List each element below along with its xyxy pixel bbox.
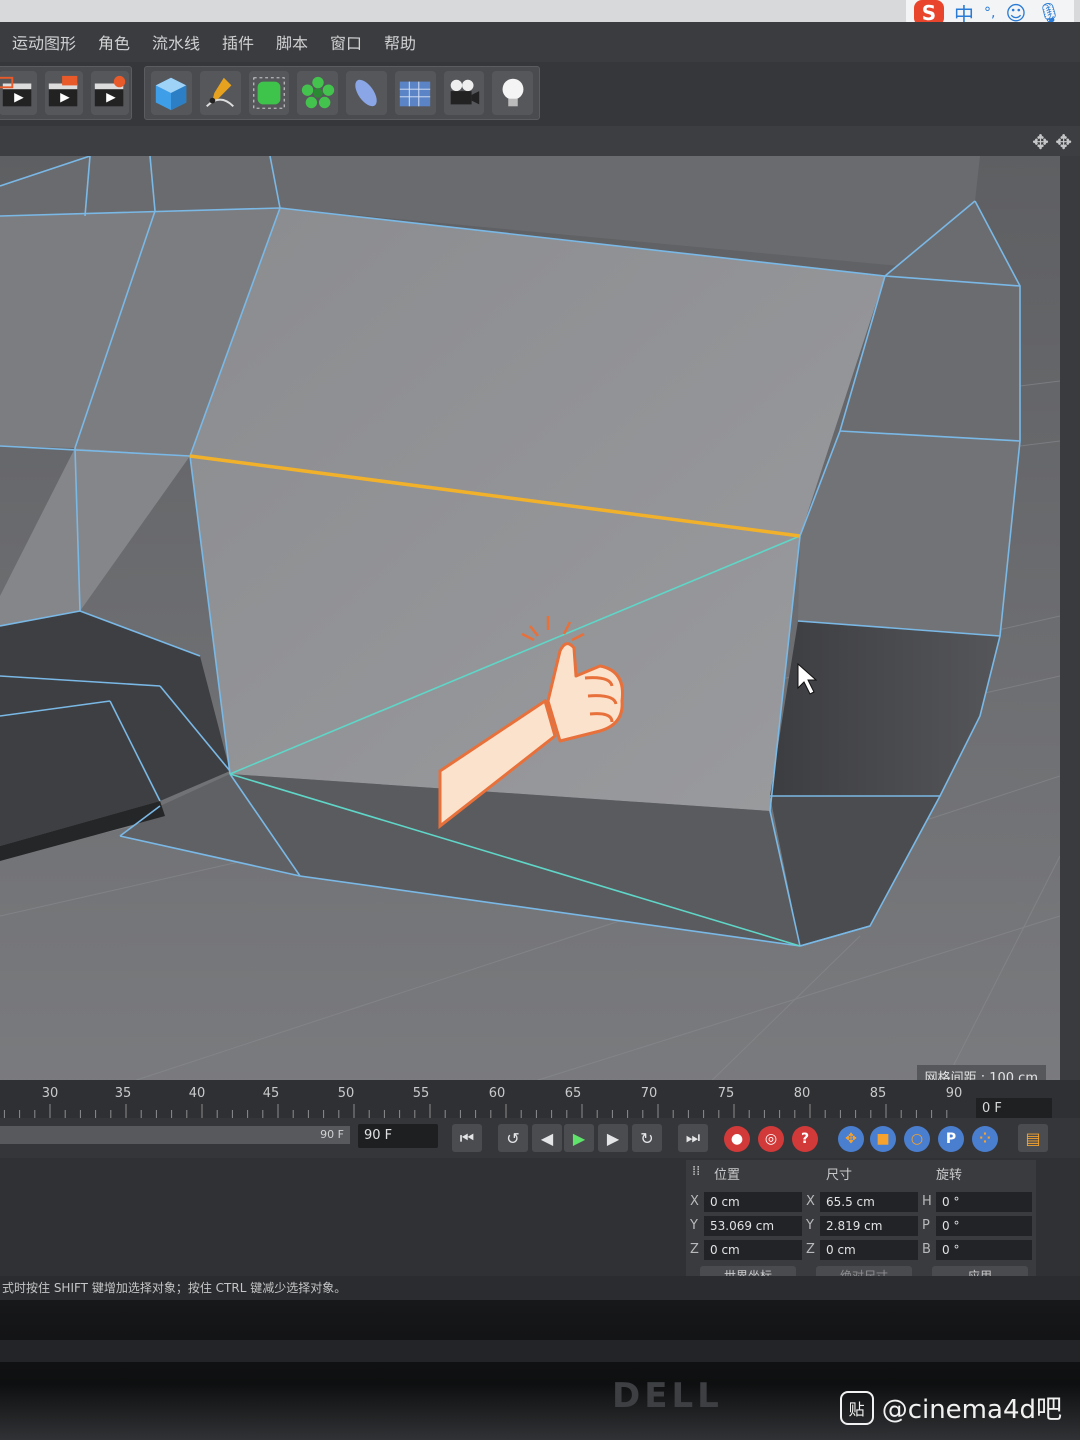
axis-label: P — [922, 1218, 930, 1233]
axis-label: H — [922, 1194, 932, 1209]
size-y-field[interactable]: 2.819 cm — [820, 1216, 918, 1236]
auto-key-icon[interactable]: ◎ — [758, 1126, 784, 1152]
next-frame-icon[interactable]: ▶ — [598, 1124, 628, 1152]
position-header: 位置 — [714, 1168, 741, 1183]
ime-punctuation[interactable]: °, — [984, 5, 995, 21]
render-tool-group — [0, 66, 132, 120]
keyframe-selection-icon[interactable]: ? — [792, 1126, 818, 1152]
rotation-header: 旋转 — [936, 1168, 963, 1183]
watermark-text: @cinema4d吧 — [881, 1395, 1062, 1425]
axis-label: B — [922, 1242, 931, 1257]
tick-label: 55 — [412, 1086, 430, 1101]
previous-frame-icon[interactable]: ◀ — [532, 1124, 562, 1152]
3d-viewport[interactable]: 网格间距 : 100 cm — [0, 156, 1060, 1092]
rotation-b-field[interactable]: 0 ° — [936, 1240, 1032, 1260]
render-view-icon[interactable] — [45, 71, 83, 115]
subdivision-icon[interactable] — [248, 71, 290, 115]
render-region-icon[interactable] — [0, 71, 37, 115]
menu-mograph[interactable]: 运动图形 — [12, 29, 76, 54]
cube-icon[interactable] — [151, 71, 192, 115]
mesh-scene[interactable] — [0, 156, 1060, 1092]
bezel-edge — [0, 1340, 1080, 1362]
current-frame-field[interactable]: 0 F — [976, 1098, 1052, 1120]
status-bar: 式时按住 SHIFT 键增加选择对象；按住 CTRL 键减少选择对象。 — [0, 1276, 1080, 1300]
viewport-menu-bar: ✥ ✥ — [0, 126, 1080, 156]
axis-label: Z — [806, 1242, 815, 1257]
tick-label: 65 — [564, 1086, 582, 1101]
pen-icon[interactable] — [199, 71, 241, 115]
key-rotation-icon[interactable]: ○ — [904, 1126, 930, 1152]
move-view-icon[interactable]: ✥ ✥ — [1032, 130, 1072, 154]
size-z-field[interactable]: 0 cm — [820, 1240, 918, 1260]
tick-label: 85 — [869, 1086, 887, 1101]
menu-help[interactable]: 帮助 — [384, 30, 416, 55]
c4d-screen: S 中 °, ☺ 🎙 运动图形 角色 流水线 插件 脚本 窗口 帮助 ✥ ✥ 网… — [0, 0, 1080, 1300]
menu-character[interactable]: 角色 — [98, 30, 130, 55]
light-icon[interactable] — [492, 71, 533, 115]
deformer-icon[interactable] — [346, 71, 387, 115]
menu-window[interactable]: 窗口 — [330, 30, 362, 55]
render-settings-icon[interactable] — [91, 71, 129, 115]
record-key-icon[interactable]: ● — [724, 1126, 750, 1152]
key-pla-icon[interactable]: ⁘ — [972, 1126, 998, 1152]
menu-pipeline[interactable]: 流水线 — [152, 30, 200, 55]
tick-label: 80 — [793, 1086, 811, 1101]
tick-label: 75 — [717, 1086, 735, 1101]
main-toolbar — [0, 62, 1080, 127]
timeline-window-icon[interactable]: ▤ — [1018, 1124, 1048, 1152]
transport-bar: 90 F 90 F ⏮ ↺ ◀ ▶ ▶ ↻ ⏭ ● ◎ ? ✥ ■ ○ P ⁘ … — [0, 1118, 1080, 1158]
axis-label: X — [806, 1194, 815, 1209]
tick-label: 45 — [262, 1086, 280, 1101]
watermark: 贴 @cinema4d吧 — [839, 1389, 1062, 1426]
grip-icon: ⁞⁞ — [692, 1164, 701, 1179]
frame-range-slider[interactable]: 90 F — [0, 1126, 350, 1144]
coordinate-manager: ⁞⁞ 位置 尺寸 旋转 X Y Z 0 cm 53.069 cm 0 cm X … — [686, 1160, 1036, 1286]
axis-label: X — [690, 1194, 699, 1209]
range-end-label: 90 F — [320, 1128, 344, 1141]
tick-label: 30 — [41, 1086, 59, 1101]
object-tool-group — [144, 66, 540, 120]
axis-label: Y — [806, 1218, 814, 1233]
tick-label: 70 — [640, 1086, 658, 1101]
play-icon[interactable]: ▶ — [564, 1124, 594, 1152]
size-x-field[interactable]: 65.5 cm — [820, 1192, 918, 1212]
menu-plugins[interactable]: 插件 — [222, 30, 254, 55]
tick-label: 35 — [114, 1086, 132, 1101]
rotation-p-field[interactable]: 0 ° — [936, 1216, 1032, 1236]
go-to-end-icon[interactable]: ⏭ — [678, 1124, 708, 1152]
key-position-icon[interactable]: ✥ — [838, 1126, 864, 1152]
tick-label: 60 — [488, 1086, 506, 1101]
viewport-side-panel — [1060, 156, 1080, 1092]
menu-script[interactable]: 脚本 — [276, 30, 308, 55]
tick-label: 90 — [945, 1086, 963, 1101]
position-x-field[interactable]: 0 cm — [704, 1192, 802, 1212]
position-y-field[interactable]: 53.069 cm — [704, 1216, 802, 1236]
axis-label: Y — [690, 1218, 698, 1233]
axis-label: Z — [690, 1242, 699, 1257]
menu-bar: 运动图形 角色 流水线 插件 脚本 窗口 帮助 — [0, 22, 1080, 62]
tieba-logo-icon: 贴 — [839, 1390, 874, 1425]
floor-icon[interactable] — [394, 71, 436, 115]
end-frame-field[interactable]: 90 F — [358, 1124, 438, 1148]
previous-key-icon[interactable]: ↺ — [498, 1124, 528, 1152]
tick-label: 50 — [337, 1086, 355, 1101]
camera-icon[interactable] — [443, 71, 485, 115]
position-z-field[interactable]: 0 cm — [704, 1240, 802, 1260]
size-header: 尺寸 — [826, 1168, 853, 1183]
key-parameter-icon[interactable]: P — [938, 1126, 964, 1152]
monitor-brand-logo: DELL — [612, 1376, 723, 1416]
cloner-icon[interactable] — [297, 71, 338, 115]
next-key-icon[interactable]: ↻ — [632, 1124, 662, 1152]
lower-panel: ⁞⁞ 位置 尺寸 旋转 X Y Z 0 cm 53.069 cm 0 cm X … — [0, 1158, 1080, 1288]
rotation-h-field[interactable]: 0 ° — [936, 1192, 1032, 1212]
key-scale-icon[interactable]: ■ — [870, 1126, 896, 1152]
go-to-start-icon[interactable]: ⏮ — [452, 1124, 482, 1152]
tick-label: 40 — [188, 1086, 206, 1101]
